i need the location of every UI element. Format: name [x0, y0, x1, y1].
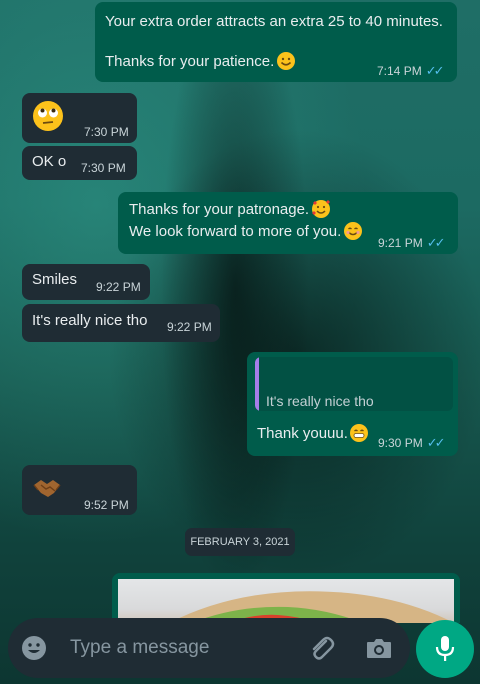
- message-time: 9:22 PM: [96, 280, 141, 294]
- message-composer[interactable]: Type a message: [8, 618, 410, 678]
- message-out-image[interactable]: [112, 573, 460, 623]
- message-text: Thanks for your patronage.: [129, 199, 331, 220]
- microphone-icon: [435, 636, 455, 661]
- date-separator: FEBRUARY 3, 2021: [185, 528, 295, 556]
- message-text: We look forward to more of you.: [129, 221, 363, 242]
- message-text: Your extra order attracts an extra 25 to…: [105, 13, 443, 30]
- message-time: 9:52 PM: [84, 498, 129, 512]
- message-time: 9:21 PM ✓✓: [378, 235, 446, 250]
- smile-emoji: [277, 51, 296, 70]
- message-out-7[interactable]: It's really nice tho Thank youuu. 9:30 P…: [247, 352, 458, 456]
- message-text: Smiles: [32, 271, 78, 288]
- handshake-emoji: [33, 480, 61, 497]
- message-text: OK o: [32, 153, 67, 170]
- message-time: 9:22 PM: [167, 320, 212, 334]
- message-time: 7:30 PM: [81, 161, 126, 175]
- emoji-icon[interactable]: [20, 634, 48, 662]
- message-out-1[interactable]: Your extra order attracts an extra 25 to…: [95, 2, 457, 82]
- attach-icon[interactable]: [306, 633, 336, 663]
- message-input[interactable]: Type a message: [70, 637, 209, 659]
- read-receipt-icon: ✓✓: [426, 435, 446, 450]
- grinning-face-emoji: [349, 423, 368, 442]
- camera-icon[interactable]: [365, 636, 393, 660]
- quote-bar: [255, 357, 259, 411]
- read-receipt-icon: ✓✓: [425, 63, 445, 78]
- message-text: Thanks for your patience.: [105, 51, 296, 72]
- message-time: 9:30 PM ✓✓: [378, 435, 446, 450]
- quoted-text: It's really nice tho: [266, 393, 374, 409]
- message-text: It's really nice tho: [32, 312, 148, 329]
- read-receipt-icon: ✓✓: [426, 235, 446, 250]
- message-time: 7:30 PM: [84, 125, 129, 139]
- smiling-face-with-hearts-emoji: [312, 199, 331, 218]
- image-attachment[interactable]: [118, 579, 454, 623]
- smiling-face-emoji: [344, 221, 363, 240]
- message-in-3[interactable]: OK o 7:30 PM: [22, 146, 137, 180]
- wrap-food-photo: [169, 591, 454, 623]
- message-in-2[interactable]: 7:30 PM: [22, 93, 137, 143]
- quoted-message[interactable]: It's really nice tho: [255, 357, 453, 411]
- voice-message-button[interactable]: [416, 620, 474, 678]
- message-in-8[interactable]: 9:52 PM: [22, 465, 137, 515]
- message-out-4[interactable]: Thanks for your patronage. We look forwa…: [118, 192, 458, 254]
- message-time: 7:14 PM ✓✓: [377, 63, 445, 78]
- message-in-5[interactable]: Smiles 9:22 PM: [22, 264, 150, 300]
- eye-roll-emoji: [33, 101, 63, 131]
- message-text: Thank youuu.: [257, 423, 369, 444]
- message-in-6[interactable]: It's really nice tho 9:22 PM: [22, 304, 220, 342]
